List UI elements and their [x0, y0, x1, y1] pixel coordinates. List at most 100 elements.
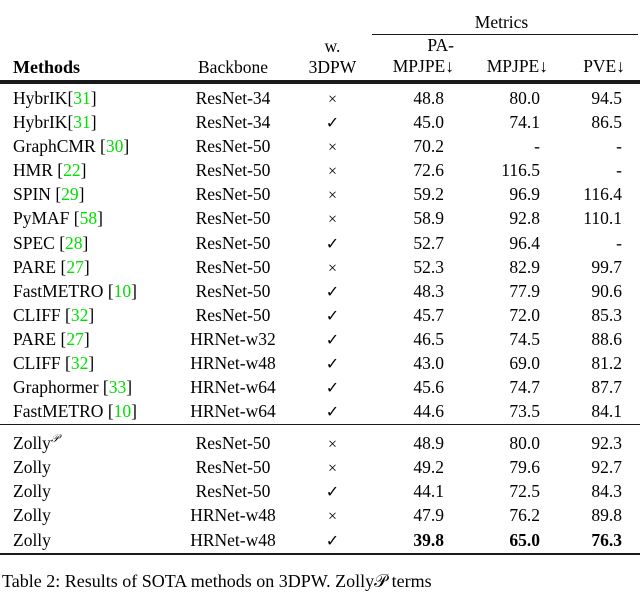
cell-mpjpe: 92.8: [509, 208, 540, 229]
cell-backbone: ResNet-50: [195, 184, 271, 205]
cell-method: Graphormer [33]: [0, 376, 170, 400]
method-name: Zolly: [13, 505, 51, 526]
citation-ref[interactable]: [10]: [103, 281, 137, 301]
cell-mpjpe: 73.5: [509, 401, 540, 422]
cell-pa-mpjpe: 39.8: [413, 529, 444, 550]
citation-ref[interactable]: [32]: [61, 353, 94, 373]
citation-number[interactable]: 31: [73, 88, 91, 108]
cell-pve: -: [616, 136, 622, 157]
citation-number[interactable]: 32: [71, 353, 89, 373]
citation-number[interactable]: 22: [63, 160, 81, 180]
cell-method: Zolly: [0, 456, 170, 480]
cell-backbone: ResNet-50: [195, 304, 271, 325]
cell-pa-mpjpe: 45.7: [413, 304, 444, 325]
cell-with-3dpw: ✓: [325, 115, 340, 133]
cell-mpjpe: 96.9: [509, 184, 540, 205]
table-row: FastMETRO [10] ResNet-50 ✓ 48.3 77.9 90.6: [0, 280, 640, 304]
cell-pve: 92.7: [591, 457, 622, 478]
method-name: CLIFF: [13, 353, 61, 374]
cell-with-3dpw: ✓: [325, 283, 340, 301]
citation-ref[interactable]: [27]: [56, 329, 90, 349]
cell-pa-mpjpe: 52.3: [413, 256, 444, 277]
cell-mpjpe: 76.2: [509, 505, 540, 526]
citation-number[interactable]: 28: [65, 233, 83, 253]
cell-backbone: HRNet-w64: [190, 401, 276, 422]
cell-pve: 89.8: [591, 505, 622, 526]
cell-method: PARE [27]: [0, 328, 170, 352]
citation-ref[interactable]: [58]: [69, 208, 103, 228]
cell-with-3dpw: ✓: [325, 356, 340, 374]
cell-with-3dpw: ×: [327, 139, 338, 157]
table-row: Graphormer [33] HRNet-w64 ✓ 45.6 74.7 87.7: [0, 376, 640, 400]
cell-method: CLIFF [32]: [0, 304, 170, 328]
cell-with-3dpw: ×: [327, 508, 338, 526]
cell-backbone: ResNet-50: [195, 136, 271, 157]
method-name: PyMAF: [13, 208, 70, 229]
citation-number[interactable]: 31: [73, 112, 91, 132]
cell-method: Zolly: [0, 480, 170, 504]
cell-pa-mpjpe: 45.6: [413, 377, 444, 398]
table-row: Zolly HRNet-w48 ✓ 39.8 65.0 76.3: [0, 529, 640, 553]
citation-number[interactable]: 27: [66, 257, 84, 277]
cell-mpjpe: 65.0: [509, 529, 540, 550]
citation-ref[interactable]: [32]: [61, 305, 94, 325]
cell-mpjpe: 74.1: [509, 112, 540, 133]
table-body-prior-work: HybrIK[31] ResNet-34 × 48.8 80.0 94.5 HybrIK[3…: [0, 83, 640, 424]
cell-with-3dpw: ✓: [325, 532, 340, 550]
cell-mpjpe: 72.5: [509, 481, 540, 502]
cell-pve: 88.6: [591, 328, 622, 349]
cell-method: SPIN [29]: [0, 183, 170, 207]
cell-pa-mpjpe: 72.6: [413, 160, 444, 181]
table-caption: Table 2: Results of SOTA methods on 3DPW…: [0, 555, 640, 593]
cell-pve: 86.5: [591, 112, 622, 133]
cell-pa-mpjpe: 52.7: [413, 232, 444, 253]
citation-number[interactable]: 33: [109, 377, 127, 397]
citation-number[interactable]: 10: [114, 401, 132, 421]
cell-mpjpe: 69.0: [509, 353, 540, 374]
cell-mpjpe: 116.5: [501, 160, 540, 181]
citation-ref[interactable]: [31]: [67, 88, 96, 108]
method-name: HybrIK: [13, 112, 68, 133]
results-table-container: Methods Backbone w. 3DPW Metrics PA-MPJP…: [0, 0, 640, 593]
cell-mpjpe: 80.0: [509, 88, 540, 108]
citation-number[interactable]: 27: [66, 329, 84, 349]
cell-pve: 87.7: [591, 377, 622, 398]
citation-number[interactable]: 32: [71, 305, 89, 325]
cell-pa-mpjpe: 46.5: [413, 328, 444, 349]
citation-ref[interactable]: [30]: [96, 136, 129, 156]
citation-ref[interactable]: [29]: [51, 184, 84, 204]
method-name: Zolly: [13, 481, 51, 502]
citation-number[interactable]: 10: [114, 281, 132, 301]
cell-pa-mpjpe: 48.9: [413, 433, 444, 454]
cell-with-3dpw: ×: [327, 436, 338, 454]
cell-pve: 110.1: [583, 208, 622, 229]
cell-pa-mpjpe: 70.2: [413, 136, 444, 157]
column-group-header-metrics: Metrics: [367, 0, 640, 35]
table-row: PARE [27] HRNet-w32 ✓ 46.5 74.5 88.6: [0, 328, 640, 352]
method-name: CLIFF: [13, 304, 61, 325]
metrics-group-label: Metrics: [474, 12, 529, 32]
cell-backbone: HRNet-w32: [190, 328, 276, 349]
citation-ref[interactable]: [22]: [53, 160, 86, 180]
citation-ref[interactable]: [33]: [99, 377, 132, 397]
citation-ref[interactable]: [31]: [67, 112, 96, 132]
cell-with-3dpw: ✓: [325, 307, 340, 325]
citation-ref[interactable]: [10]: [103, 401, 137, 421]
cell-backbone: ResNet-50: [195, 280, 271, 301]
cell-method: Zolly: [0, 504, 170, 528]
cell-mpjpe: 79.6: [509, 457, 540, 478]
cell-backbone: HRNet-w48: [190, 505, 276, 526]
caption-text: Results of SOTA methods on 3DPW. Zolly𝒫 …: [64, 570, 432, 591]
citation-number[interactable]: 29: [61, 184, 79, 204]
citation-ref[interactable]: [28]: [55, 233, 88, 253]
column-header-with-3dpw: w. 3DPW: [308, 36, 357, 77]
citation-ref[interactable]: [27]: [56, 257, 90, 277]
citation-number[interactable]: 30: [106, 136, 124, 156]
citation-number[interactable]: 58: [80, 208, 98, 228]
cell-backbone: ResNet-50: [195, 208, 271, 229]
method-name: SPIN: [13, 184, 51, 205]
table-row: FastMETRO [10] HRNet-w64 ✓ 44.6 73.5 84.1: [0, 400, 640, 424]
cmidrule-metrics: [372, 34, 638, 35]
cell-with-3dpw: ×: [327, 163, 338, 181]
cell-pve: -: [616, 160, 622, 181]
